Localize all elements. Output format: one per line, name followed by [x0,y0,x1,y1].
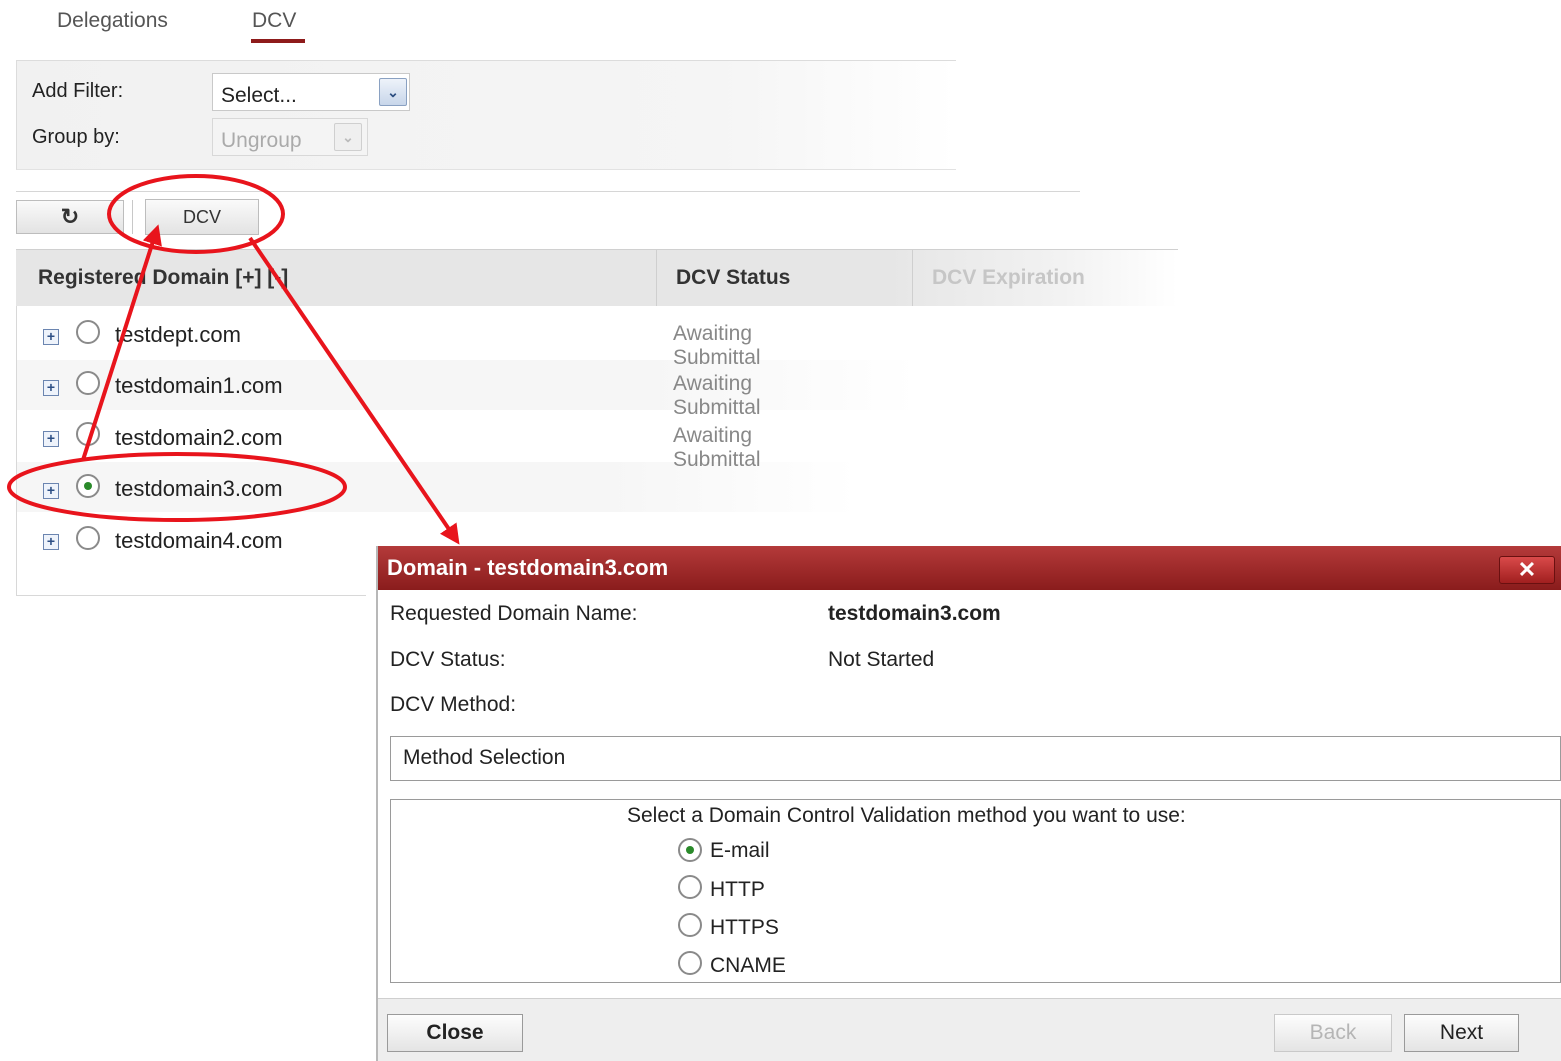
tab-dcv[interactable]: DCV [252,9,296,33]
dialog-footer: Close Back Next [378,998,1561,1061]
toolbar-divider [16,191,1080,192]
add-filter-value: Select... [221,84,297,107]
dialog-title: Domain - testdomain3.com [387,555,669,580]
dcv-button-label: DCV [182,206,221,227]
dcv-status-label: DCV Status: [390,648,506,671]
domain-name: testdomain2.com [115,425,283,450]
method-selection-header: Method Selection [390,736,1561,781]
column-divider [656,250,657,306]
https-label: HTTPS [710,916,779,939]
http-label: HTTP [710,878,765,901]
group-by-label: Group by: [32,126,120,148]
group-by-value: Ungroup [221,129,302,152]
refresh-button[interactable]: ↻ [16,200,124,234]
email-label: E-mail [710,839,770,862]
row-radio[interactable] [76,526,100,550]
expand-icon[interactable]: + [43,329,59,345]
domain-name: testdomain3.com [115,476,283,501]
column-divider [912,250,913,306]
dcv-method-label: DCV Method: [390,693,517,716]
add-filter-label: Add Filter: [32,80,124,102]
row-radio-selected[interactable] [76,474,100,498]
expand-icon[interactable]: + [43,534,59,550]
filter-panel [16,60,956,170]
row-radio[interactable] [76,320,100,344]
col-registered-domain[interactable]: Registered Domain [+] [-] [38,266,288,290]
back-button[interactable]: Back [1274,1014,1392,1052]
dcv-status: Awaiting Submittal [673,372,761,419]
dcv-status-value: Not Started [828,648,935,671]
close-icon[interactable]: ✕ [1499,556,1555,584]
next-button[interactable]: Next [1404,1014,1519,1052]
email-radio[interactable] [678,838,702,862]
method-selection-panel: Select a Domain Control Validation metho… [390,799,1561,983]
expand-icon[interactable]: + [43,380,59,396]
dcv-status: Awaiting Submittal [673,322,761,369]
col-dcv-status[interactable]: DCV Status [676,266,790,290]
domain-dialog: Domain - testdomain3.com ✕ Requested Dom… [376,546,1561,1061]
close-button[interactable]: Close [387,1014,523,1052]
radio-selected-dot [84,482,92,490]
requested-domain-value: testdomain3.com [828,602,1001,625]
cname-label: CNAME [710,954,786,977]
tab-delegations[interactable]: Delegations [57,9,168,33]
active-tab-indicator [251,39,305,43]
domain-name: testdomain4.com [115,528,283,553]
method-prompt: Select a Domain Control Validation metho… [627,804,1186,827]
expand-icon[interactable]: + [43,483,59,499]
expand-icon[interactable]: + [43,431,59,447]
http-radio[interactable] [678,875,702,899]
col-dcv-expiration[interactable]: DCV Expiration [932,266,1085,290]
toolbar-separator [132,200,133,234]
domain-name: testdept.com [115,322,241,347]
refresh-icon: ↻ [60,204,80,229]
radio-selected-dot [686,846,694,854]
dcv-button[interactable]: DCV [145,199,259,235]
method-selection-title: Method Selection [403,746,566,769]
row-radio[interactable] [76,422,100,446]
https-radio[interactable] [678,913,702,937]
requested-domain-label: Requested Domain Name: [390,602,638,625]
chevron-down-icon[interactable]: ⌄ [379,78,407,106]
row-radio[interactable] [76,371,100,395]
dcv-status: Awaiting Submittal [673,424,761,471]
cname-radio[interactable] [678,951,702,975]
chevron-down-icon: ⌄ [334,123,362,151]
domain-name: testdomain1.com [115,373,283,398]
